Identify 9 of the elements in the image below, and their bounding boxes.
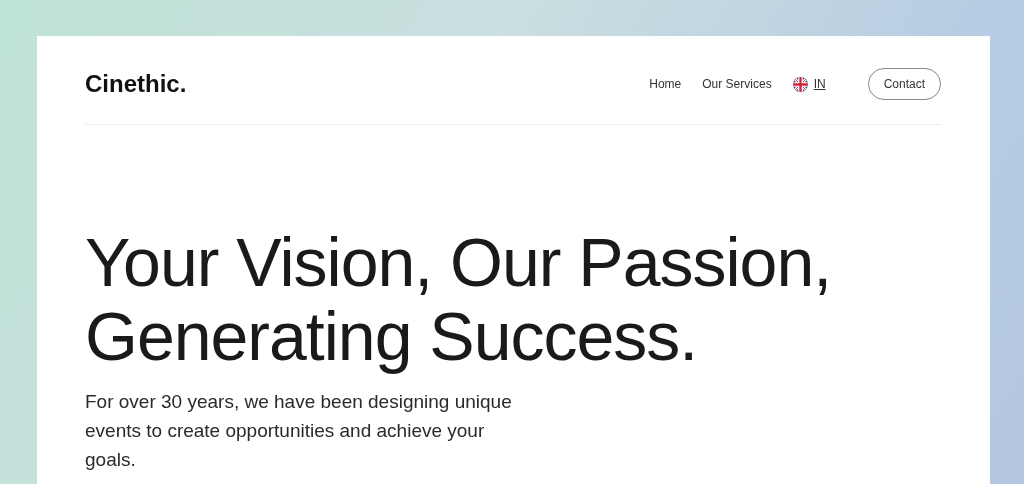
logo: Cinethic. xyxy=(85,70,188,98)
language-link[interactable]: IN xyxy=(813,77,826,91)
hero-heading: Generating Success. xyxy=(85,299,699,373)
flag-icon xyxy=(792,76,808,92)
contact-button[interactable]: Contact xyxy=(867,68,941,100)
hero-description: For over 30 years, we have been designing unique events to create opportunities and achieve your goals. xyxy=(85,390,513,472)
nav-link[interactable]: Our Services xyxy=(702,77,772,91)
hero-heading: Your Vision, Our Passion, xyxy=(85,225,833,299)
nav-link[interactable]: Home xyxy=(649,77,682,91)
